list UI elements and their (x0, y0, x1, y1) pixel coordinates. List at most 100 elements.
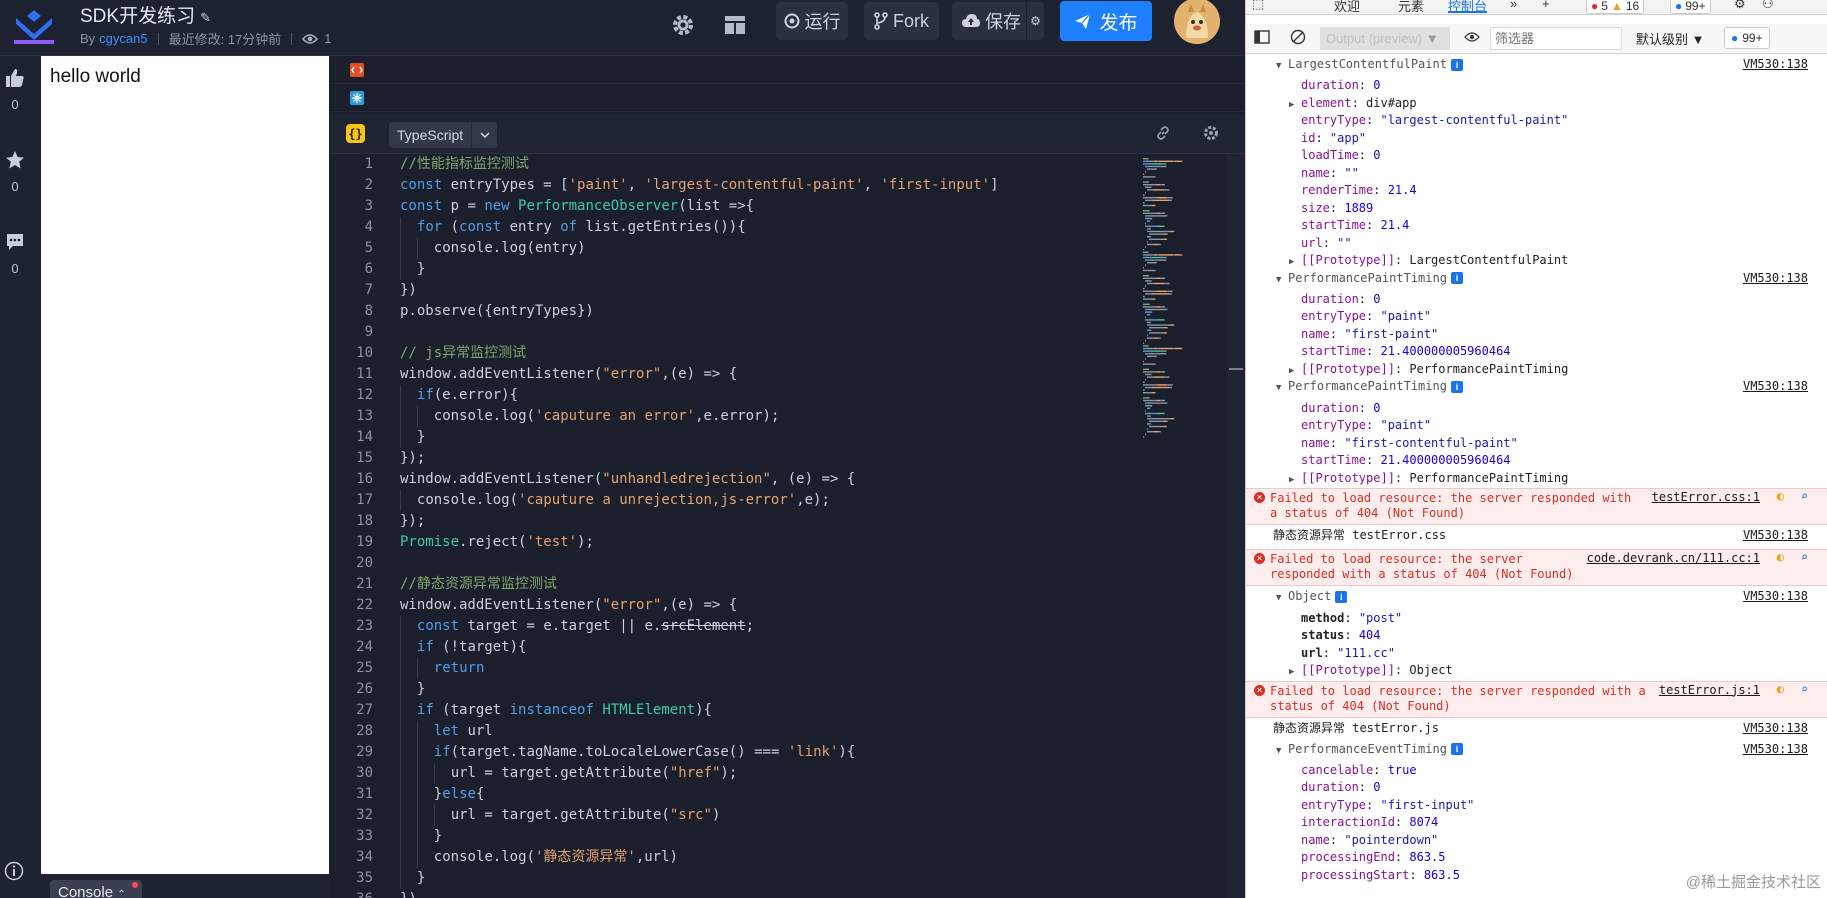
sidebar-toggle-icon[interactable] (1254, 30, 1270, 47)
like-action[interactable]: 0 (0, 68, 30, 112)
publish-button[interactable]: 发布 (1060, 1, 1152, 41)
feedback-icon[interactable]: ⚇ (1762, 0, 1774, 12)
devtools-settings-gear-icon[interactable]: ⚙ (1734, 0, 1746, 12)
expand-triangle-icon[interactable]: ▶ (1289, 98, 1301, 113)
issues-counter[interactable]: ● 99+ (1724, 27, 1770, 49)
minimap-token (1150, 256, 1152, 259)
edit-pencil-icon[interactable]: ✎ (200, 10, 211, 25)
clear-console-icon[interactable] (1290, 29, 1306, 48)
tab-console[interactable]: 控制台 (1448, 0, 1488, 14)
link-icon[interactable] (1155, 125, 1171, 146)
juejin-logo[interactable] (12, 6, 56, 46)
source-link[interactable]: VM530:138 (1743, 57, 1808, 72)
expand-triangle-icon[interactable]: ▼ (1276, 273, 1288, 288)
search-icon[interactable]: ⌕ (1801, 682, 1808, 697)
more-tabs-icon[interactable]: » (1510, 0, 1517, 11)
object-property[interactable]: ▶ [[Prototype]]: PerformancePaintTiming (1246, 362, 1827, 377)
comment-action[interactable]: 0 (0, 232, 30, 276)
layout-grid-icon[interactable] (720, 10, 750, 40)
expand-triangle-icon[interactable]: ▼ (1276, 744, 1288, 759)
log-level-select[interactable]: 默认级别 ▼ (1636, 29, 1705, 48)
expand-triangle-icon[interactable]: ▶ (1289, 665, 1301, 680)
source-link[interactable]: VM530:138 (1743, 721, 1808, 736)
source-link[interactable]: VM530:138 (1743, 742, 1808, 757)
search-icon[interactable]: ⌕ (1801, 550, 1808, 565)
console-filter-input[interactable] (1490, 27, 1622, 50)
console-error-message[interactable]: ✕ Failed to load resource: the server resp… (1246, 549, 1827, 587)
minimap-token (1153, 282, 1165, 285)
html-file-tab[interactable] (329, 56, 1245, 84)
expand-triangle-icon[interactable]: ▶ (1289, 473, 1301, 488)
error-counter[interactable]: ● 5 ▲ 16 (1586, 0, 1645, 14)
info-badge-icon[interactable]: i (1450, 743, 1463, 756)
minimap-token (1147, 415, 1149, 417)
expand-triangle-icon[interactable]: ▼ (1276, 59, 1288, 74)
code-area[interactable]: 1 //性能指标监控测试 2 const entryTypes = ['paint',… (329, 154, 1124, 898)
console-log-message[interactable]: 静态资源异常 testError.js VM530:138 (1246, 721, 1827, 736)
console-error-message[interactable]: ✕ Failed to load resource: the server res… (1246, 488, 1827, 526)
star-action[interactable]: 0 (0, 150, 30, 194)
console-object-group[interactable]: ▼ LargestContentfulPaint i VM530:138 (1246, 57, 1827, 72)
fork-button[interactable]: Fork (864, 2, 939, 40)
context-select[interactable]: Output (preview) ▼ (1320, 27, 1450, 50)
editor-scrollbar[interactable] (1227, 154, 1245, 898)
property-colon: : (1351, 95, 1367, 110)
object-property[interactable]: ▶ [[Prototype]]: Object (1246, 663, 1827, 678)
source-link[interactable]: VM530:138 (1743, 271, 1808, 286)
source-link[interactable]: testError.js:1 (1659, 683, 1760, 698)
minimap-token (1145, 358, 1146, 360)
expand-triangle-icon[interactable]: ▼ (1276, 381, 1288, 396)
search-icon[interactable]: ⌕ (1801, 489, 1808, 504)
minimap-token (1151, 298, 1155, 300)
css-file-tab[interactable] (329, 84, 1245, 112)
object-property[interactable]: ▶ [[Prototype]]: LargestContentfulPaint (1246, 253, 1827, 268)
language-select[interactable]: TypeScript (389, 122, 498, 148)
console-object-group[interactable]: ▼ Object i VM530:138 (1246, 589, 1827, 604)
insights-icon[interactable]: ◐ (1777, 550, 1784, 565)
expand-triangle-icon[interactable]: ▶ (1289, 364, 1301, 379)
save-options-gear-icon[interactable]: ⚙ (1026, 2, 1044, 40)
info-badge-icon[interactable]: i (1450, 58, 1463, 71)
editor-settings-gear-icon[interactable] (1203, 125, 1219, 146)
insights-icon[interactable]: ◐ (1777, 682, 1784, 697)
expand-triangle-icon[interactable]: ▼ (1276, 591, 1288, 606)
project-title[interactable]: SDK开发练习 ✎ (80, 1, 211, 28)
info-badge-icon[interactable]: i (1450, 380, 1463, 393)
source-link[interactable]: VM530:138 (1743, 528, 1808, 543)
insights-icon[interactable]: ◐ (1777, 489, 1784, 504)
console-object-group[interactable]: ▼ PerformancePaintTiming i VM530:138 (1246, 271, 1827, 286)
live-expression-eye-icon[interactable] (1464, 30, 1480, 47)
console-log-message[interactable]: 静态资源异常 testError.css VM530:138 (1246, 528, 1827, 543)
info-badge-icon[interactable]: i (1335, 590, 1348, 603)
code-line: 33} (329, 826, 1124, 847)
tab-elements[interactable]: 元素 (1398, 0, 1424, 15)
object-property[interactable]: ▶ element: div#app (1246, 96, 1827, 111)
info-badge-icon[interactable]: i (1450, 272, 1463, 285)
console-toggle-tab[interactable]: Console ⌃ (50, 880, 142, 898)
settings-gear-icon[interactable] (668, 10, 698, 40)
message-counter[interactable]: ● 99+ (1670, 0, 1711, 14)
minimap-token (1156, 306, 1161, 308)
tab-welcome[interactable]: 欢迎 (1334, 0, 1360, 15)
console-object-group[interactable]: ▼ PerformancePaintTiming i VM530:138 (1246, 379, 1827, 394)
add-tab-icon[interactable]: + (1542, 0, 1550, 11)
source-link[interactable]: code.devrank.cn/111.cc:1 (1587, 551, 1760, 566)
inspect-icon[interactable]: ⬚ (1252, 0, 1264, 12)
save-button[interactable]: 保存 ⚙ (952, 2, 1044, 40)
property-key: status (1301, 628, 1345, 642)
minimap-token (1173, 254, 1175, 256)
code-minimap[interactable] (1141, 154, 1227, 898)
expand-triangle-icon[interactable]: ▶ (1289, 255, 1301, 270)
source-link[interactable]: testError.css:1 (1652, 490, 1760, 505)
property-key: size (1301, 200, 1330, 215)
console-error-message[interactable]: ✕ Failed to load resource: the server res… (1246, 680, 1827, 718)
object-property[interactable]: ▶ [[Prototype]]: PerformancePaintTiming (1246, 471, 1827, 486)
info-icon[interactable] (4, 861, 24, 881)
source-link[interactable]: VM530:138 (1743, 589, 1808, 604)
user-avatar[interactable] (1174, 0, 1220, 44)
author-link[interactable]: cgycan5 (99, 31, 147, 46)
code-token: } (416, 261, 426, 277)
run-button[interactable]: 运行 (776, 2, 848, 40)
source-link[interactable]: VM530:138 (1743, 379, 1808, 394)
console-object-group[interactable]: ▼ PerformanceEventTiming i VM530:138 (1246, 742, 1827, 757)
